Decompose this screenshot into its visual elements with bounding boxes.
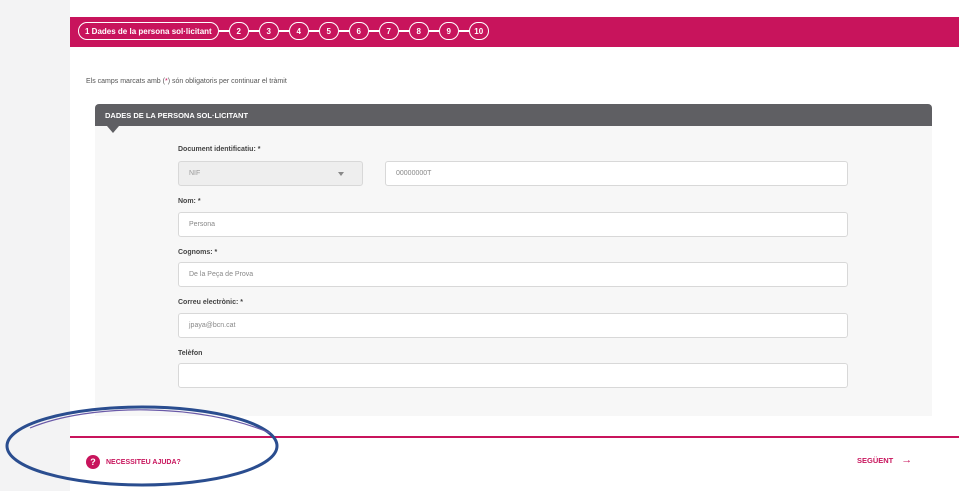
step-connector <box>248 30 259 32</box>
next-label: SEGÜENT <box>857 455 894 465</box>
step-1-active[interactable]: 1 Dades de la persona sol·licitant <box>78 22 219 40</box>
required-note-suffix: ) són obligatoris per continuar el tràmi… <box>167 78 287 85</box>
step-connector <box>368 30 379 32</box>
document-type-select[interactable]: NIF <box>178 161 363 186</box>
step-7[interactable]: 7 <box>378 22 399 40</box>
step-10[interactable]: 10 <box>468 22 489 40</box>
step-connector <box>398 30 409 32</box>
hand-drawn-circle-annotation <box>5 405 279 487</box>
arrow-right-icon: → <box>901 454 913 466</box>
required-fields-note: Els camps marcats amb (*) són obligatori… <box>86 78 287 85</box>
email-input[interactable]: jpaya@bcn.cat <box>178 313 848 338</box>
step-5[interactable]: 5 <box>318 22 339 40</box>
nom-input[interactable]: Persona <box>178 212 848 237</box>
section-title: DADES DE LA PERSONA SOL·LICITANT <box>105 111 249 120</box>
document-type-value: NIF <box>189 170 201 177</box>
steps-container: 1 Dades de la persona sol·licitant 23456… <box>78 22 489 40</box>
phone-label: Telèfon <box>178 350 203 357</box>
step-connector <box>338 30 349 32</box>
required-note-prefix: Els camps marcats amb ( <box>86 78 165 85</box>
step-2[interactable]: 2 <box>228 22 249 40</box>
next-button[interactable]: SEGÜENT → <box>857 454 912 466</box>
document-number-input[interactable]: 00000000T <box>385 161 848 186</box>
email-label: Correu electrònic: * <box>178 299 243 306</box>
step-connector <box>308 30 319 32</box>
step-connector <box>278 30 289 32</box>
step-8[interactable]: 8 <box>408 22 429 40</box>
step-4[interactable]: 4 <box>288 22 309 40</box>
step-3[interactable]: 3 <box>258 22 279 40</box>
stepper-bar: 1 Dades de la persona sol·licitant 23456… <box>70 17 959 47</box>
step-connector <box>218 30 229 32</box>
phone-input[interactable] <box>178 363 848 388</box>
chevron-down-icon <box>338 172 344 176</box>
nom-label: Nom: * <box>178 198 201 205</box>
step-connector <box>458 30 469 32</box>
step-6[interactable]: 6 <box>348 22 369 40</box>
cognoms-input[interactable]: De la Peça de Prova <box>178 262 848 287</box>
step-9[interactable]: 9 <box>438 22 459 40</box>
section-notch <box>107 126 119 133</box>
document-label: Document identificatiu: * <box>178 146 261 153</box>
step-connector <box>428 30 439 32</box>
section-header: DADES DE LA PERSONA SOL·LICITANT <box>95 104 932 126</box>
cognoms-label: Cognoms: * <box>178 249 218 256</box>
